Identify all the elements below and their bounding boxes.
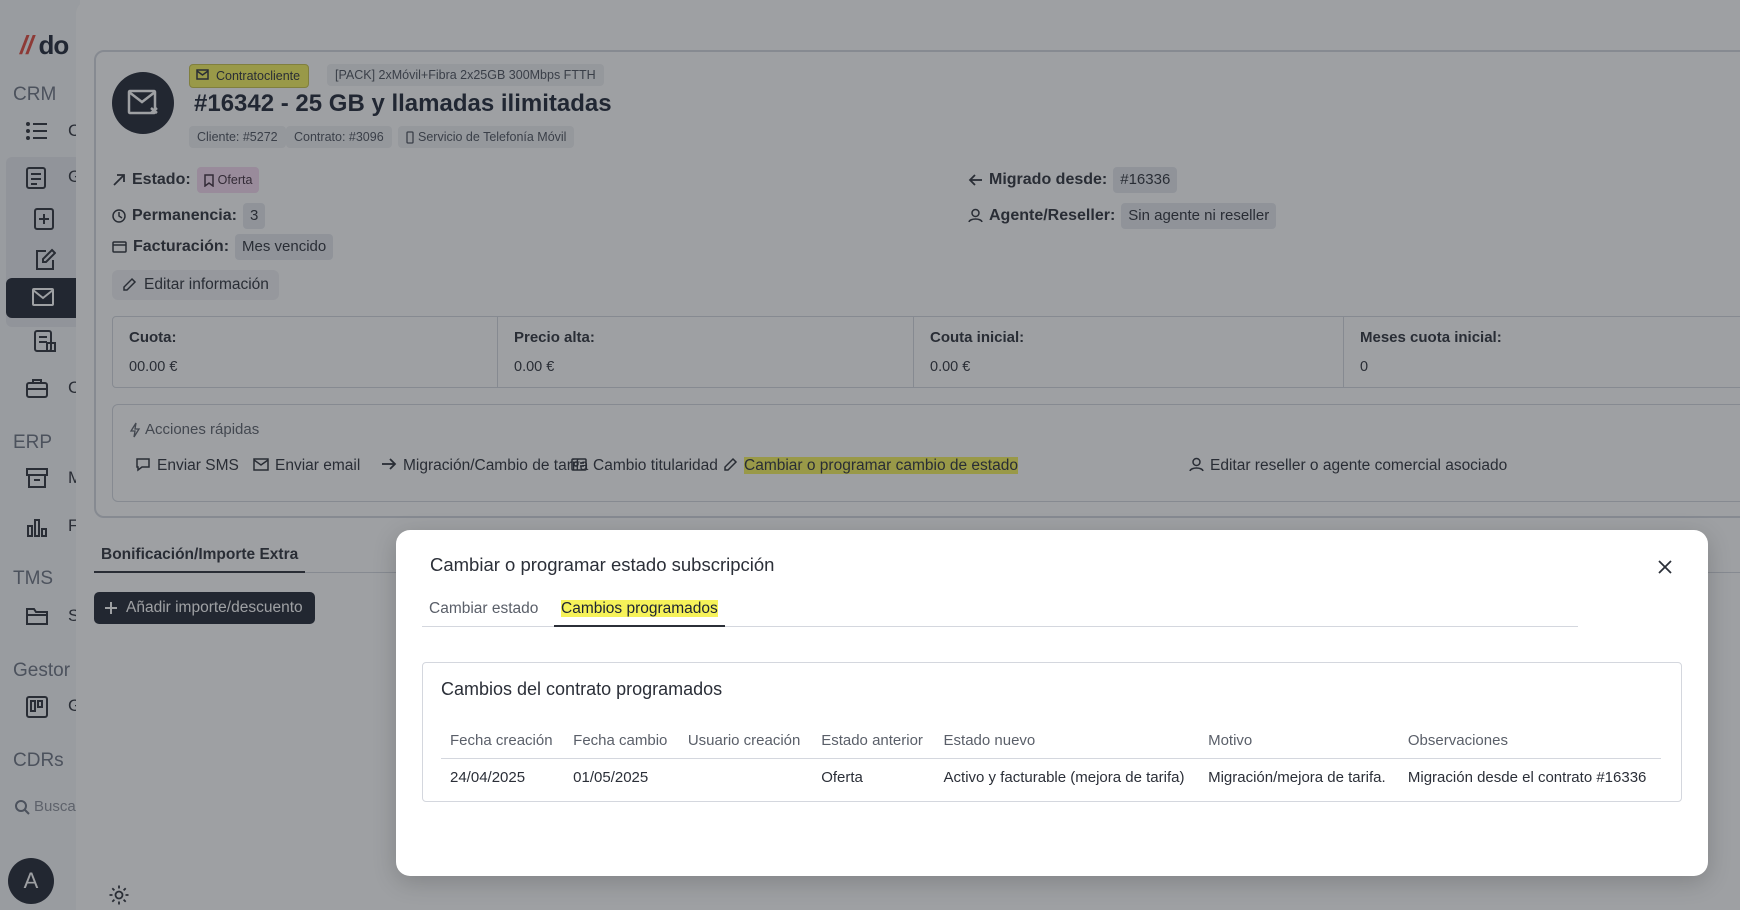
col-fecha-cambio[interactable]: Fecha cambio (564, 723, 679, 759)
col-estado-nuevo[interactable]: Estado nuevo (934, 723, 1200, 759)
col-usuario-creacion[interactable]: Usuario creación (678, 723, 813, 759)
cell-estado-nuevo: Activo y facturable (mejora de tarifa) (943, 769, 1185, 786)
panel-title: Cambios del contrato programados (441, 679, 723, 699)
close-icon[interactable] (1654, 556, 1676, 578)
col-observaciones[interactable]: Observaciones (1398, 723, 1661, 759)
scheduled-changes-panel: Cambios del contrato programados Fecha c… (422, 662, 1682, 802)
cell-observaciones: Migración desde el contrato #16336 (1407, 769, 1647, 786)
col-fecha-creacion[interactable]: Fecha creación (441, 723, 565, 759)
table-row: 24/04/2025 01/05/2025 Oferta Activo y fa… (441, 759, 1661, 797)
tab-cambios-programados-label: Cambios programados (561, 600, 718, 617)
modal-tabs: Cambiar estado Cambios programados (422, 594, 1578, 627)
scheduled-changes-table: Fecha creación Fecha cambio Usuario crea… (441, 723, 1661, 796)
tab-cambiar-estado[interactable]: Cambiar estado (422, 600, 545, 625)
col-motivo[interactable]: Motivo (1199, 723, 1399, 759)
cell-fecha-cambio: 01/05/2025 (573, 769, 649, 786)
tab-cambios-programados[interactable]: Cambios programados (554, 600, 725, 627)
table-header-row: Fecha creación Fecha cambio Usuario crea… (441, 723, 1661, 759)
cell-estado-anterior: Oferta (821, 769, 863, 786)
cell-fecha-creacion: 24/04/2025 (450, 769, 526, 786)
cell-motivo: Migración/mejora de tarifa. (1208, 769, 1386, 786)
cell-usuario-creacion (679, 759, 812, 797)
col-estado-anterior[interactable]: Estado anterior (812, 723, 935, 759)
modal-title: Cambiar o programar estado subscripción (430, 554, 775, 575)
change-status-modal: Cambiar o programar estado subscripción … (396, 530, 1708, 876)
